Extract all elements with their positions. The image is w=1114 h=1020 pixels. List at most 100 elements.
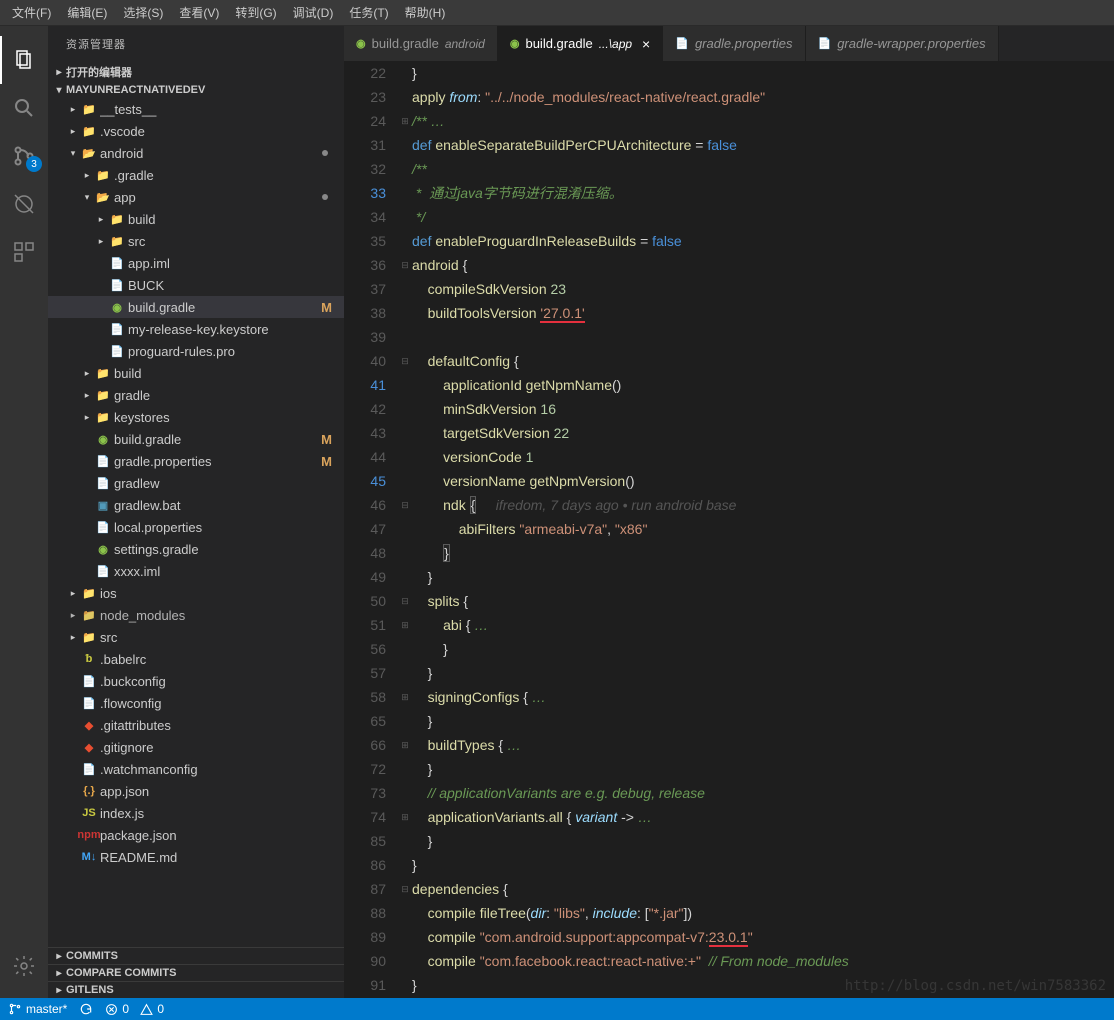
tree-item-label: node_modules — [100, 608, 336, 623]
json-icon: {.} — [80, 785, 98, 797]
folder-icon: 📁 — [94, 411, 112, 424]
open-editors-header[interactable]: ▸打开的编辑器 — [48, 62, 344, 82]
tree-item[interactable]: 📄.flowconfig — [48, 692, 344, 714]
menu-item[interactable]: 编辑(E) — [59, 2, 115, 23]
commits-section[interactable]: ▸COMMITS — [48, 947, 344, 964]
tree-item[interactable]: ▣gradlew.bat — [48, 494, 344, 516]
tree-item[interactable]: ▸📁ios — [48, 582, 344, 604]
tree-item-label: my-release-key.keystore — [128, 322, 336, 337]
tree-item[interactable]: ◉settings.gradle — [48, 538, 344, 560]
line-gutter: 2223243132333435363738394041424344454647… — [344, 61, 398, 998]
code-lines[interactable]: }apply from: "../../node_modules/react-n… — [412, 61, 1114, 998]
tree-item[interactable]: 📄gradlew — [48, 472, 344, 494]
editor-tab[interactable]: 📄gradle.properties — [663, 26, 805, 61]
activitybar: 3 — [0, 26, 48, 998]
gradle-icon: ◉ — [356, 37, 366, 50]
tree-item-label: .gradle — [114, 168, 336, 183]
tree-item-label: settings.gradle — [114, 542, 336, 557]
explorer-icon[interactable] — [0, 36, 48, 84]
tree-item[interactable]: 📄gradle.propertiesM — [48, 450, 344, 472]
gradle-icon: ◉ — [94, 543, 112, 556]
file-icon: 📄 — [108, 257, 126, 270]
tree-item[interactable]: 📄BUCK — [48, 274, 344, 296]
tree-item[interactable]: ◉build.gradleM — [48, 296, 344, 318]
editor-tab[interactable]: ◉build.gradle...\app× — [498, 26, 663, 61]
editor-tab[interactable]: 📄gradle-wrapper.properties — [806, 26, 999, 61]
menu-item[interactable]: 任务(T) — [341, 2, 396, 23]
file-tree: ▸📁__tests__▸📁.vscode▾📂android▸📁.gradle▾📂… — [48, 98, 344, 947]
search-icon[interactable] — [0, 84, 48, 132]
file-icon: 📄 — [94, 521, 112, 534]
debug-icon[interactable] — [0, 180, 48, 228]
tree-item[interactable]: 📄.buckconfig — [48, 670, 344, 692]
tree-item[interactable]: ▸📁src — [48, 626, 344, 648]
tree-item[interactable]: 📄xxxx.iml — [48, 560, 344, 582]
tree-item[interactable]: JSindex.js — [48, 802, 344, 824]
tree-item[interactable]: ▾📂android — [48, 142, 344, 164]
gradle-icon: ◉ — [94, 433, 112, 446]
errors-indicator[interactable]: 0 0 — [105, 1002, 164, 1016]
tree-item[interactable]: ▸📁.vscode — [48, 120, 344, 142]
menu-item[interactable]: 转到(G) — [227, 2, 284, 23]
tree-item[interactable]: ◉build.gradleM — [48, 428, 344, 450]
sidebar: 资源管理器 ▸打开的编辑器 ▾MAYUNREACTNATIVEDEV ▸📁__t… — [48, 26, 344, 998]
branch-indicator[interactable]: master* — [8, 1002, 67, 1016]
folder-icon: 📁 — [80, 125, 98, 138]
file-icon: 📄 — [108, 323, 126, 336]
file-icon: 📄 — [675, 37, 689, 50]
menu-item[interactable]: 文件(F) — [4, 2, 59, 23]
tree-item[interactable]: ▸📁node_modules — [48, 604, 344, 626]
tree-item[interactable]: ▸📁build — [48, 362, 344, 384]
tree-item[interactable]: {.}app.json — [48, 780, 344, 802]
compare-commits-section[interactable]: ▸COMPARE COMMITS — [48, 964, 344, 981]
tree-item[interactable]: ▸📁keystores — [48, 406, 344, 428]
menu-item[interactable]: 查看(V) — [171, 2, 227, 23]
folder-icon: 📁 — [80, 631, 98, 644]
tree-item[interactable]: 📄proguard-rules.pro — [48, 340, 344, 362]
tree-item[interactable]: ◆.gitignore — [48, 736, 344, 758]
fold-column: ⊞⊟⊟⊟⊟⊞⊞⊞⊞⊟⊞ — [398, 61, 412, 998]
menu-item[interactable]: 调试(D) — [285, 2, 342, 23]
folder-icon: 📁 — [80, 103, 98, 116]
extensions-icon[interactable] — [0, 228, 48, 276]
tree-item-label: .babelrc — [100, 652, 336, 667]
settings-icon[interactable] — [0, 942, 48, 990]
tree-item-label: .watchmanconfig — [100, 762, 336, 777]
file-icon: 📄 — [80, 675, 98, 688]
file-icon: 📄 — [80, 697, 98, 710]
tree-item[interactable]: ▸📁__tests__ — [48, 98, 344, 120]
tree-item[interactable]: ▸📁src — [48, 230, 344, 252]
npm-icon: npm — [80, 829, 98, 841]
gitlens-section[interactable]: ▸GITLENS — [48, 981, 344, 998]
tree-item[interactable]: ▾📂app — [48, 186, 344, 208]
git-icon: ◆ — [80, 719, 98, 732]
tree-item[interactable]: ▸📁gradle — [48, 384, 344, 406]
code-editor[interactable]: 2223243132333435363738394041424344454647… — [344, 61, 1114, 998]
file-icon: 📄 — [80, 763, 98, 776]
tree-item[interactable]: ▸📁.gradle — [48, 164, 344, 186]
tree-item-label: src — [128, 234, 336, 249]
bat-icon: ▣ — [94, 499, 112, 512]
tree-item[interactable]: 📄my-release-key.keystore — [48, 318, 344, 340]
editor-tab[interactable]: ◉build.gradleandroid — [344, 26, 498, 61]
tree-item[interactable]: npmpackage.json — [48, 824, 344, 846]
tree-item[interactable]: ◆.gitattributes — [48, 714, 344, 736]
menu-item[interactable]: 帮助(H) — [397, 2, 454, 23]
tree-item[interactable]: 📄.watchmanconfig — [48, 758, 344, 780]
tree-item[interactable]: M↓README.md — [48, 846, 344, 868]
tree-item[interactable]: 📄local.properties — [48, 516, 344, 538]
sync-indicator[interactable] — [79, 1002, 93, 1016]
menu-item[interactable]: 选择(S) — [115, 2, 171, 23]
project-header[interactable]: ▾MAYUNREACTNATIVEDEV — [48, 82, 344, 98]
close-icon[interactable]: × — [642, 36, 650, 52]
tree-item-label: gradlew — [114, 476, 336, 491]
file-icon: 📄 — [108, 279, 126, 292]
tree-item[interactable]: ▸📁build — [48, 208, 344, 230]
gradle-icon: ◉ — [510, 37, 520, 50]
tree-item[interactable]: 📄app.iml — [48, 252, 344, 274]
scm-icon[interactable]: 3 — [0, 132, 48, 180]
file-icon: 📄 — [94, 565, 112, 578]
md-icon: M↓ — [80, 851, 98, 863]
tree-item-label: build — [114, 366, 336, 381]
tree-item[interactable]: ᵬ.babelrc — [48, 648, 344, 670]
